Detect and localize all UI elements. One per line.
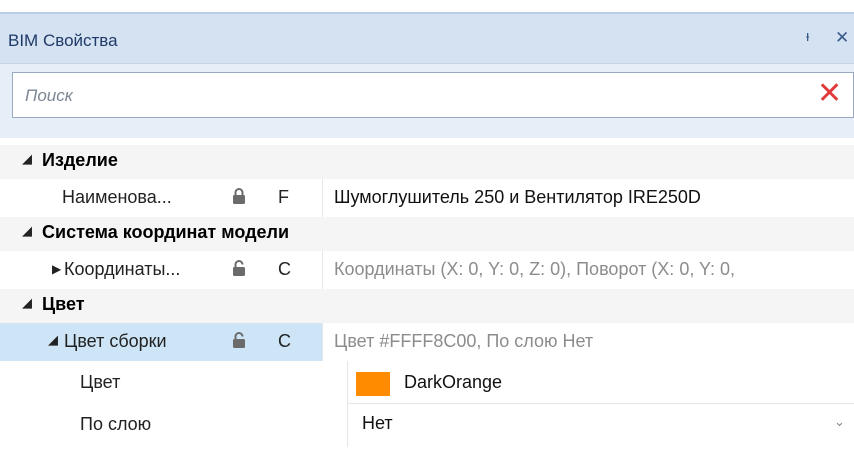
- category-label: Цвет: [42, 294, 85, 314]
- clear-search-icon[interactable]: ✕: [817, 78, 842, 110]
- collapse-triangle-icon[interactable]: ◢: [48, 332, 58, 348]
- property-row-by-layer[interactable]: По слою Нет ⌄: [0, 404, 854, 447]
- property-name: По слою: [80, 414, 152, 434]
- panel-title: BIM Свойства: [8, 31, 118, 50]
- property-name: Цвет: [80, 372, 121, 392]
- column-divider: [322, 323, 323, 361]
- collapse-triangle-icon[interactable]: ◢: [22, 295, 32, 311]
- property-value[interactable]: Шумоглушитель 250 и Вентилятор IRE250D: [334, 187, 701, 208]
- property-row-name[interactable]: Наименова... F Шумоглушитель 250 и Венти…: [0, 179, 854, 217]
- color-value[interactable]: DarkOrange: [404, 372, 502, 393]
- property-kind: C: [278, 259, 291, 279]
- property-kind: C: [278, 331, 291, 351]
- property-row-coordinates[interactable]: ▶ Координаты... C Координаты (X: 0, Y: 0…: [0, 251, 854, 289]
- color-swatch: [356, 372, 390, 396]
- property-value[interactable]: Координаты (X: 0, Y: 0, Z: 0), Поворот (…: [334, 259, 735, 280]
- category-row-color[interactable]: ◢ Цвет: [0, 289, 854, 323]
- panel-titlebar[interactable]: BIM Свойства ᵻ ✕: [0, 14, 854, 64]
- column-divider: [322, 179, 323, 217]
- column-divider: [322, 251, 323, 289]
- property-value[interactable]: Цвет #FFFF8C00, По слою Нет: [334, 331, 593, 352]
- property-name: Координаты...: [64, 259, 181, 279]
- search-area: ✕: [0, 64, 854, 138]
- chevron-down-icon[interactable]: ⌄: [834, 414, 845, 430]
- property-kind: F: [278, 187, 289, 207]
- expand-triangle-icon[interactable]: ▶: [52, 262, 61, 276]
- unlocked-lock-icon: [233, 260, 245, 276]
- by-layer-dropdown-value[interactable]: Нет: [362, 413, 393, 434]
- search-input[interactable]: [23, 81, 807, 111]
- category-row-izdelie[interactable]: ◢ Изделие: [0, 145, 854, 179]
- collapse-triangle-icon[interactable]: ◢: [22, 151, 32, 167]
- column-divider: [347, 361, 348, 404]
- category-label: Изделие: [42, 150, 118, 170]
- close-icon[interactable]: ✕: [835, 28, 849, 48]
- collapse-triangle-icon[interactable]: ◢: [22, 223, 32, 239]
- search-box: ✕: [12, 72, 854, 118]
- column-divider: [347, 404, 348, 447]
- property-row-assembly-color[interactable]: ◢ Цвет сборки C Цвет #FFFF8C00, По слою …: [0, 323, 854, 361]
- lock-icon: [233, 188, 245, 204]
- property-name: Цвет сборки: [64, 331, 167, 351]
- unlocked-lock-icon: [233, 332, 245, 348]
- category-label: Система координат модели: [42, 222, 290, 242]
- pin-icon[interactable]: ᵻ: [806, 28, 809, 45]
- category-row-coordinates[interactable]: ◢ Система координат модели: [0, 217, 854, 251]
- property-name: Наименова...: [62, 187, 172, 207]
- property-row-color[interactable]: Цвет DarkOrange: [0, 361, 854, 404]
- property-grid: ◢ Изделие Наименова... F Шумоглушитель 2…: [0, 145, 854, 447]
